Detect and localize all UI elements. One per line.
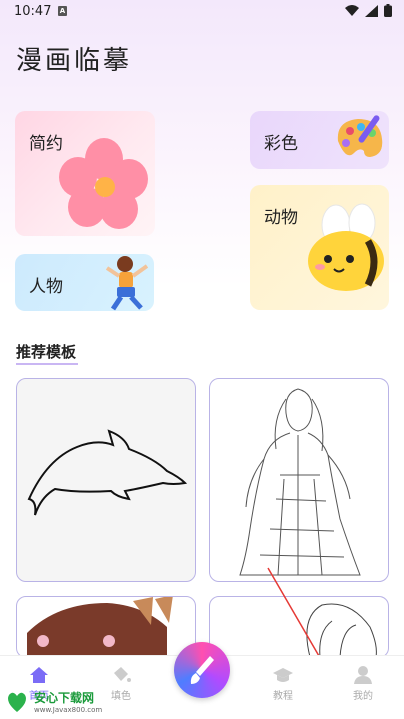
- arrow-annotation: [267, 567, 333, 680]
- watermark-name: 安心下载网: [34, 690, 95, 705]
- draw-fab-button[interactable]: [174, 642, 230, 698]
- tab-label: 我的: [353, 691, 373, 702]
- watermark: 安心下载网 www.Javax800.com: [4, 688, 102, 714]
- brush-icon: [190, 656, 214, 684]
- watermark-url: www.Javax800.com: [34, 705, 103, 714]
- tab-label: 教程: [273, 691, 293, 702]
- graduation-cap-icon: [273, 668, 293, 682]
- watermark-logo-icon: [8, 692, 26, 712]
- tab-mine[interactable]: 我的: [333, 666, 393, 702]
- paint-bucket-icon: [114, 667, 131, 682]
- tab-label: 填色: [111, 691, 131, 702]
- home-icon: [30, 667, 48, 683]
- tab-tutorial[interactable]: 教程: [253, 666, 313, 702]
- user-icon: [354, 666, 372, 684]
